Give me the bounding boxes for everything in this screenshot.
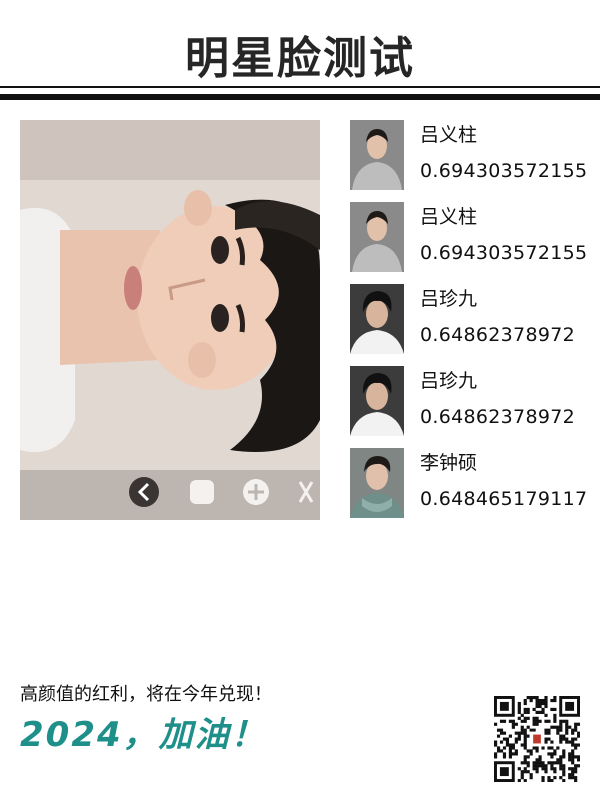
match-item[interactable]: 李钟硕 0.648465179117 xyxy=(350,448,595,530)
slogan-text: 高颜值的红利，将在今年兑现！ xyxy=(20,684,272,705)
celebrity-photo-icon xyxy=(350,284,404,354)
uploaded-photo xyxy=(20,120,320,520)
match-item[interactable]: 吕珍九 0.64862378972 xyxy=(350,284,595,366)
match-name: 吕义柱 xyxy=(420,206,478,228)
match-item[interactable]: 吕义柱 0.694303572155 xyxy=(350,120,595,202)
header-divider-thin xyxy=(0,86,600,88)
match-score: 0.64862378972 xyxy=(420,406,575,428)
match-score: 0.694303572155 xyxy=(420,242,588,264)
match-name: 李钟硕 xyxy=(420,452,478,474)
match-score: 0.64862378972 xyxy=(420,324,575,346)
page-title: 明星脸测试 xyxy=(185,33,415,84)
match-name: 吕珍九 xyxy=(420,288,478,310)
match-name: 吕义柱 xyxy=(420,124,478,146)
match-item[interactable]: 吕义柱 0.694303572155 xyxy=(350,202,595,284)
match-name: 吕珍九 xyxy=(420,370,478,392)
slogan-highlight: 2024，加油！ xyxy=(20,715,267,755)
match-score: 0.648465179117 xyxy=(420,488,588,510)
celebrity-photo-icon xyxy=(350,120,404,190)
celebrity-photo-icon xyxy=(350,448,404,518)
match-list: 吕义柱 0.694303572155 吕义柱 0.694303572155 吕珍… xyxy=(350,120,595,530)
header-divider-thick xyxy=(0,94,600,100)
celebrity-photo-icon xyxy=(350,366,404,436)
match-score: 0.694303572155 xyxy=(420,160,588,182)
result-page: 明星脸测试 吕义柱 0.694303572155 吕义柱 0.694303572… xyxy=(0,0,600,800)
match-item[interactable]: 吕珍九 0.64862378972 xyxy=(350,366,595,448)
celebrity-photo-icon xyxy=(350,202,404,272)
qr-code-icon xyxy=(494,696,581,783)
